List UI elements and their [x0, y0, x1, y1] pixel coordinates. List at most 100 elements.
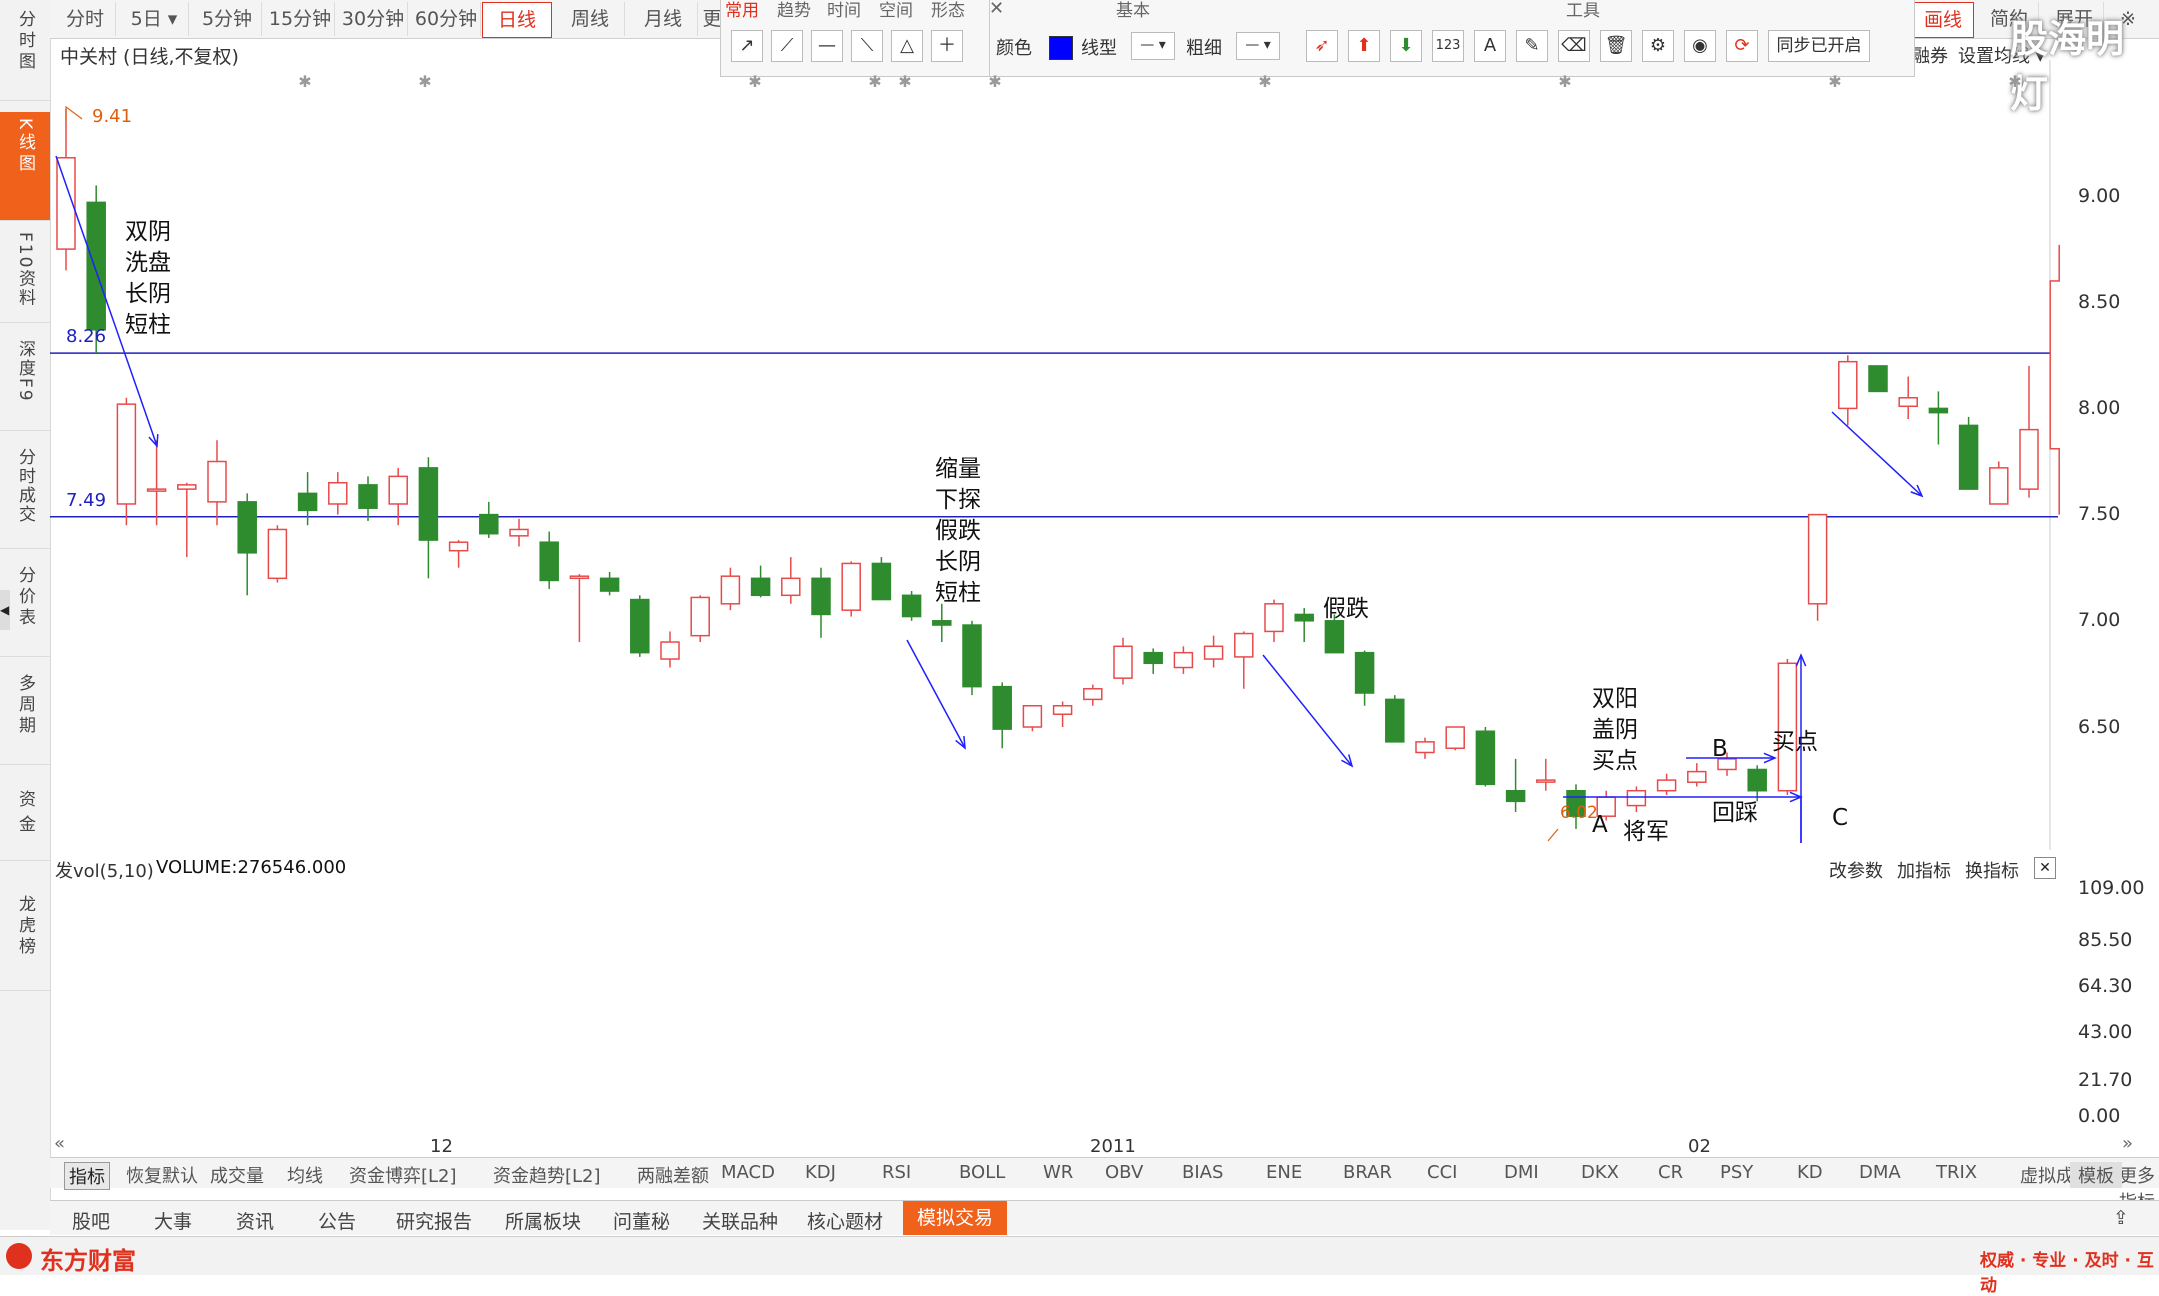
draw-section-common[interactable]: 常用	[725, 0, 759, 21]
text-tool-icon[interactable]: A	[1474, 30, 1506, 62]
draw-section-trend[interactable]: 趋势	[777, 0, 811, 21]
bottom-tab[interactable]: 核心题材	[807, 1207, 883, 1234]
draw-line-tab[interactable]: 画线	[1912, 2, 1974, 38]
sync-tool-icon[interactable]: ⟳	[1726, 30, 1758, 62]
indicator-tab[interactable]: CCI	[1427, 1162, 1457, 1183]
candle-body	[750, 577, 771, 597]
sidebar-item-multi-period[interactable]: 多周期	[0, 674, 50, 765]
tab-more[interactable]: 更	[702, 2, 722, 36]
bottom-tab[interactable]: 研究报告	[396, 1207, 472, 1234]
bottom-tab[interactable]: 大事	[154, 1207, 192, 1234]
indicator-tab[interactable]: KD	[1797, 1162, 1823, 1183]
kline-chart[interactable]: ✱✱✱✱✱✱✱✱✱✱∨∨	[50, 60, 2060, 850]
candle-body	[207, 460, 227, 503]
tab-intraday[interactable]: 分时	[55, 2, 116, 36]
sidebar-item-funds[interactable]: 资金	[0, 790, 50, 861]
sync-toggle-button[interactable]: 同步已开启	[1768, 30, 1870, 62]
indicator-tab[interactable]: RSI	[882, 1162, 911, 1183]
draw-section-time[interactable]: 时间	[827, 0, 861, 21]
annotation-general: 将军	[1623, 819, 1669, 845]
candle-body	[841, 562, 861, 611]
bottom-tab[interactable]: 公告	[318, 1207, 356, 1234]
up-arrow-tool-icon[interactable]: ⬆	[1348, 30, 1380, 62]
indicator-tab[interactable]: ENE	[1266, 1162, 1302, 1183]
tab-5day[interactable]: 5日 ▾	[120, 2, 189, 36]
volume-axis-label: 64.30	[2078, 975, 2133, 997]
trash-icon[interactable]: 🗑	[1600, 30, 1632, 62]
bottom-tab[interactable]: 关联品种	[702, 1207, 778, 1234]
color-label: 颜色	[996, 38, 1032, 59]
switch-indicator-link[interactable]: 换指标	[1965, 857, 2019, 883]
indicator-tab[interactable]: BOLL	[959, 1162, 1005, 1183]
bottom-tab[interactable]: 所属板块	[505, 1207, 581, 1234]
eraser-tool-icon[interactable]: ⌫	[1558, 30, 1590, 62]
horizontal-line-tool-icon[interactable]: —	[811, 30, 843, 62]
diagonal-line-tool-icon[interactable]: ⟍	[851, 30, 883, 62]
volume-indicator-name[interactable]: 发vol(5,10)	[55, 857, 154, 883]
indicator-tab[interactable]: DKX	[1581, 1162, 1619, 1183]
cursor-tool-icon[interactable]: ➶	[1306, 30, 1338, 62]
indicator-tab[interactable]: 两融差额	[637, 1162, 709, 1188]
indicator-tab[interactable]: 成交量	[210, 1162, 264, 1188]
close-icon[interactable]: ✕	[989, 0, 1007, 19]
indicator-tab[interactable]: 恢复默认	[126, 1162, 198, 1188]
indicator-tab[interactable]: DMI	[1504, 1162, 1539, 1183]
indicator-tab[interactable]: TRIX	[1936, 1162, 1977, 1183]
indicator-tab[interactable]: MACD	[721, 1162, 775, 1183]
tab-60min[interactable]: 60分钟	[412, 2, 481, 36]
indicator-tab[interactable]: BRAR	[1343, 1162, 1392, 1183]
triangle-left-icon: ◀	[0, 603, 10, 617]
ruler-tool-icon[interactable]: ✎	[1516, 30, 1548, 62]
number-tool-icon[interactable]: 123	[1432, 30, 1464, 62]
bottom-tab[interactable]: 模拟交易	[903, 1201, 1008, 1235]
eye-icon[interactable]: ◉	[1684, 30, 1716, 62]
template-button[interactable]: 模板	[2070, 1162, 2122, 1188]
sidebar-item-kline[interactable]: K线图	[0, 112, 50, 221]
sidebar-item-f10[interactable]: F10资料	[0, 232, 50, 323]
draw-section-pattern[interactable]: 形态	[931, 0, 965, 21]
bottom-tab[interactable]: 资讯	[236, 1207, 274, 1234]
indicator-tab[interactable]: BIAS	[1182, 1162, 1223, 1183]
sidebar-item-dragon-tiger[interactable]: 龙虎榜	[0, 895, 50, 991]
tab-5min[interactable]: 5分钟	[193, 2, 262, 36]
bottom-tab[interactable]: 股吧	[72, 1207, 110, 1234]
scroll-right-icon[interactable]: »	[2122, 1133, 2133, 1154]
scroll-left-icon[interactable]: «	[54, 1133, 65, 1154]
sidebar-item-trades[interactable]: 分时成交	[0, 448, 50, 549]
bottom-tab[interactable]: 问董秘	[613, 1207, 670, 1234]
indicator-tab[interactable]: 指标	[64, 1162, 110, 1190]
indicator-tab[interactable]: KDJ	[805, 1162, 836, 1183]
draw-section-space[interactable]: 空间	[879, 0, 913, 21]
indicator-tab[interactable]: DMA	[1859, 1162, 1901, 1183]
indicator-tab[interactable]: WR	[1043, 1162, 1073, 1183]
down-arrow-tool-icon[interactable]: ⬇	[1390, 30, 1422, 62]
indicator-tab[interactable]: OBV	[1105, 1162, 1143, 1183]
indicator-tab[interactable]: CR	[1658, 1162, 1683, 1183]
indicator-tab[interactable]: 资金趋势[L2]	[493, 1162, 601, 1188]
triangle-tool-icon[interactable]: △	[891, 30, 923, 62]
indicator-tab[interactable]: 均线	[287, 1162, 323, 1188]
plus-tool-icon[interactable]: ＋	[931, 30, 963, 62]
sidebar-item-intraday[interactable]: 分时图	[0, 10, 50, 101]
candle-body	[86, 201, 106, 331]
thickness-select[interactable]: — ▾	[1236, 32, 1280, 60]
tab-15min[interactable]: 15分钟	[266, 2, 335, 36]
tab-daily[interactable]: 日线	[482, 2, 552, 38]
line-segment-tool-icon[interactable]: ⟋	[771, 30, 803, 62]
candle-body	[479, 513, 499, 535]
tab-30min[interactable]: 30分钟	[339, 2, 408, 36]
change-params-link[interactable]: 改参数	[1829, 857, 1883, 883]
sidebar-item-f9[interactable]: 深度F9	[0, 340, 50, 431]
gear-icon[interactable]: ⚙	[1642, 30, 1674, 62]
sidebar-collapse-handle[interactable]: ◀	[0, 590, 10, 630]
color-swatch[interactable]	[1049, 36, 1073, 60]
linetype-select[interactable]: — ▾	[1131, 32, 1175, 60]
add-indicator-link[interactable]: 加指标	[1897, 857, 1951, 883]
close-icon[interactable]: ✕	[2034, 857, 2056, 879]
expand-panel-icon[interactable]: ⇪	[2113, 1207, 2129, 1229]
ray-line-tool-icon[interactable]: ↗	[731, 30, 763, 62]
indicator-tab[interactable]: PSY	[1720, 1162, 1753, 1183]
tab-monthly[interactable]: 月线	[629, 2, 698, 36]
tab-weekly[interactable]: 周线	[556, 2, 625, 36]
indicator-tab[interactable]: 资金博弈[L2]	[349, 1162, 457, 1188]
